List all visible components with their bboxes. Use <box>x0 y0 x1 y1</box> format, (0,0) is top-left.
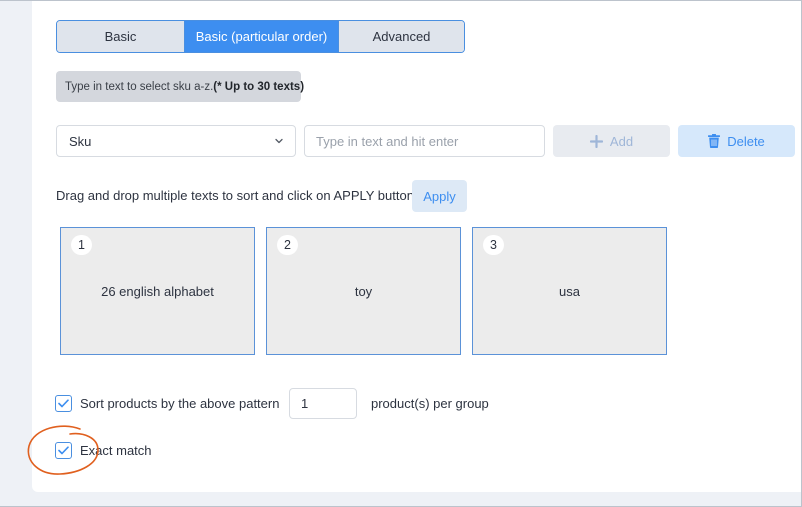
check-icon <box>58 446 69 455</box>
tab-basic[interactable]: Basic <box>57 21 184 52</box>
exact-match-checkbox[interactable] <box>55 442 72 459</box>
delete-button[interactable]: Delete <box>678 125 795 157</box>
per-group-input[interactable] <box>289 388 357 419</box>
delete-button-label: Delete <box>727 133 765 149</box>
hint-badge: Type in text to select sku a-z. (* Up to … <box>56 71 305 102</box>
field-select-value: Sku <box>69 133 92 149</box>
instruction-text: Drag and drop multiple texts to sort and… <box>56 188 414 203</box>
sort-item-card[interactable]: 3 usa <box>472 227 667 355</box>
mode-tabs: Basic Basic (particular order) Advanced <box>56 20 465 53</box>
trash-icon <box>708 134 721 148</box>
per-group-suffix: product(s) per group <box>371 396 489 411</box>
sort-item-card[interactable]: 1 26 english alphabet <box>60 227 255 355</box>
text-input[interactable] <box>304 125 545 157</box>
sort-item-text: usa <box>559 283 580 299</box>
tab-advanced[interactable]: Advanced <box>338 21 464 52</box>
sort-item-text: toy <box>354 283 373 299</box>
plus-icon <box>589 134 603 148</box>
check-icon <box>58 399 69 408</box>
sort-pattern-checkbox[interactable] <box>55 395 72 412</box>
add-button[interactable]: Add <box>553 125 670 157</box>
apply-button[interactable]: Apply <box>412 180 467 212</box>
sort-item-text: 26 english alphabet <box>101 283 214 299</box>
tab-basic-particular-order[interactable]: Basic (particular order) <box>184 21 338 52</box>
exact-match-label: Exact match <box>80 443 152 458</box>
field-select[interactable]: Sku <box>56 125 296 157</box>
hint-text: Type in text to select sku a-z. <box>65 80 214 93</box>
sort-item-index: 1 <box>71 235 92 255</box>
add-button-label: Add <box>609 133 634 149</box>
sort-item-index: 2 <box>277 235 298 255</box>
sort-item-card[interactable]: 2 toy <box>266 227 461 355</box>
sort-item-index: 3 <box>483 235 504 255</box>
sort-pattern-label: Sort products by the above pattern <box>80 396 280 411</box>
chevron-down-icon <box>275 138 283 144</box>
hint-limit: (* Up to 30 texts) <box>213 80 305 93</box>
